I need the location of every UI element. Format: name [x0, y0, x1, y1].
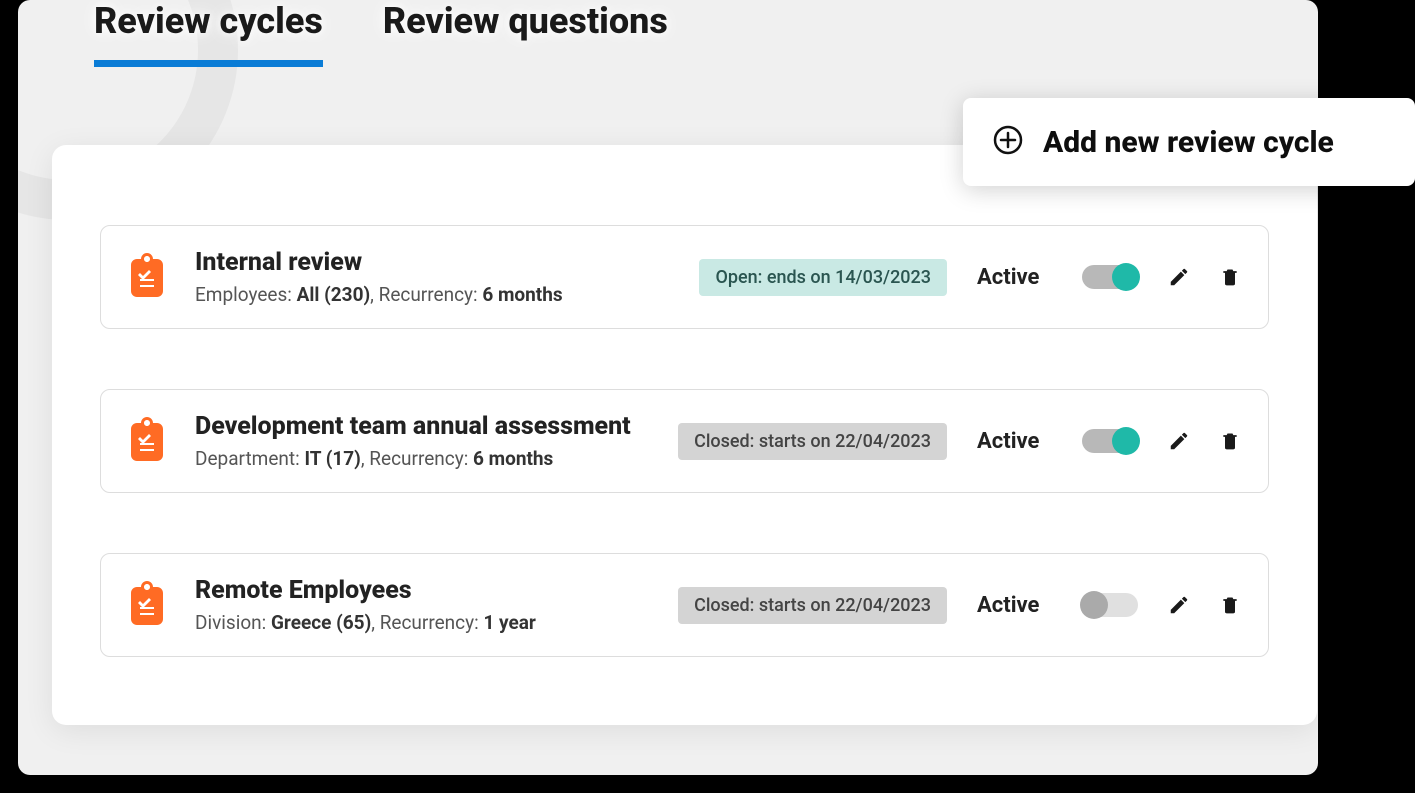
review-cycles-panel: Internal review Employees: All (230), Re…	[52, 145, 1317, 725]
active-label: Active	[977, 265, 1052, 290]
review-cycle-row: Internal review Employees: All (230), Re…	[100, 225, 1269, 329]
review-cycle-row: Remote Employees Division: Greece (65), …	[100, 553, 1269, 657]
delete-icon[interactable]	[1220, 594, 1240, 616]
edit-icon[interactable]	[1168, 266, 1190, 288]
status-badge: Open: ends on 14/03/2023	[699, 259, 947, 296]
tab-review-cycles[interactable]: Review cycles	[94, 0, 323, 67]
add-button-label: Add new review cycle	[1043, 125, 1334, 160]
clipboard-icon	[129, 581, 165, 629]
active-toggle[interactable]	[1082, 265, 1138, 289]
tab-review-questions[interactable]: Review questions	[383, 0, 668, 67]
delete-icon[interactable]	[1220, 266, 1240, 288]
edit-icon[interactable]	[1168, 594, 1190, 616]
active-toggle[interactable]	[1082, 429, 1138, 453]
cycle-title: Remote Employees	[195, 576, 648, 605]
status-badge: Closed: starts on 22/04/2023	[678, 423, 947, 460]
add-review-cycle-button[interactable]: Add new review cycle	[963, 98, 1415, 186]
cycle-meta: Employees: All (230), Recurrency: 6 mont…	[195, 283, 669, 306]
delete-icon[interactable]	[1220, 430, 1240, 452]
status-badge: Closed: starts on 22/04/2023	[678, 587, 947, 624]
clipboard-icon	[129, 417, 165, 465]
active-label: Active	[977, 593, 1052, 618]
tab-bar: Review cycles Review questions	[94, 0, 668, 67]
cycle-meta: Division: Greece (65), Recurrency: 1 yea…	[195, 611, 648, 634]
edit-icon[interactable]	[1168, 430, 1190, 452]
cycle-meta: Department: IT (17), Recurrency: 6 month…	[195, 447, 648, 470]
active-toggle[interactable]	[1082, 593, 1138, 617]
cycle-title: Development team annual assessment	[195, 412, 648, 441]
review-cycle-row: Development team annual assessment Depar…	[100, 389, 1269, 493]
cycle-title: Internal review	[195, 248, 669, 277]
plus-circle-icon	[993, 125, 1023, 159]
clipboard-icon	[129, 253, 165, 301]
active-label: Active	[977, 429, 1052, 454]
